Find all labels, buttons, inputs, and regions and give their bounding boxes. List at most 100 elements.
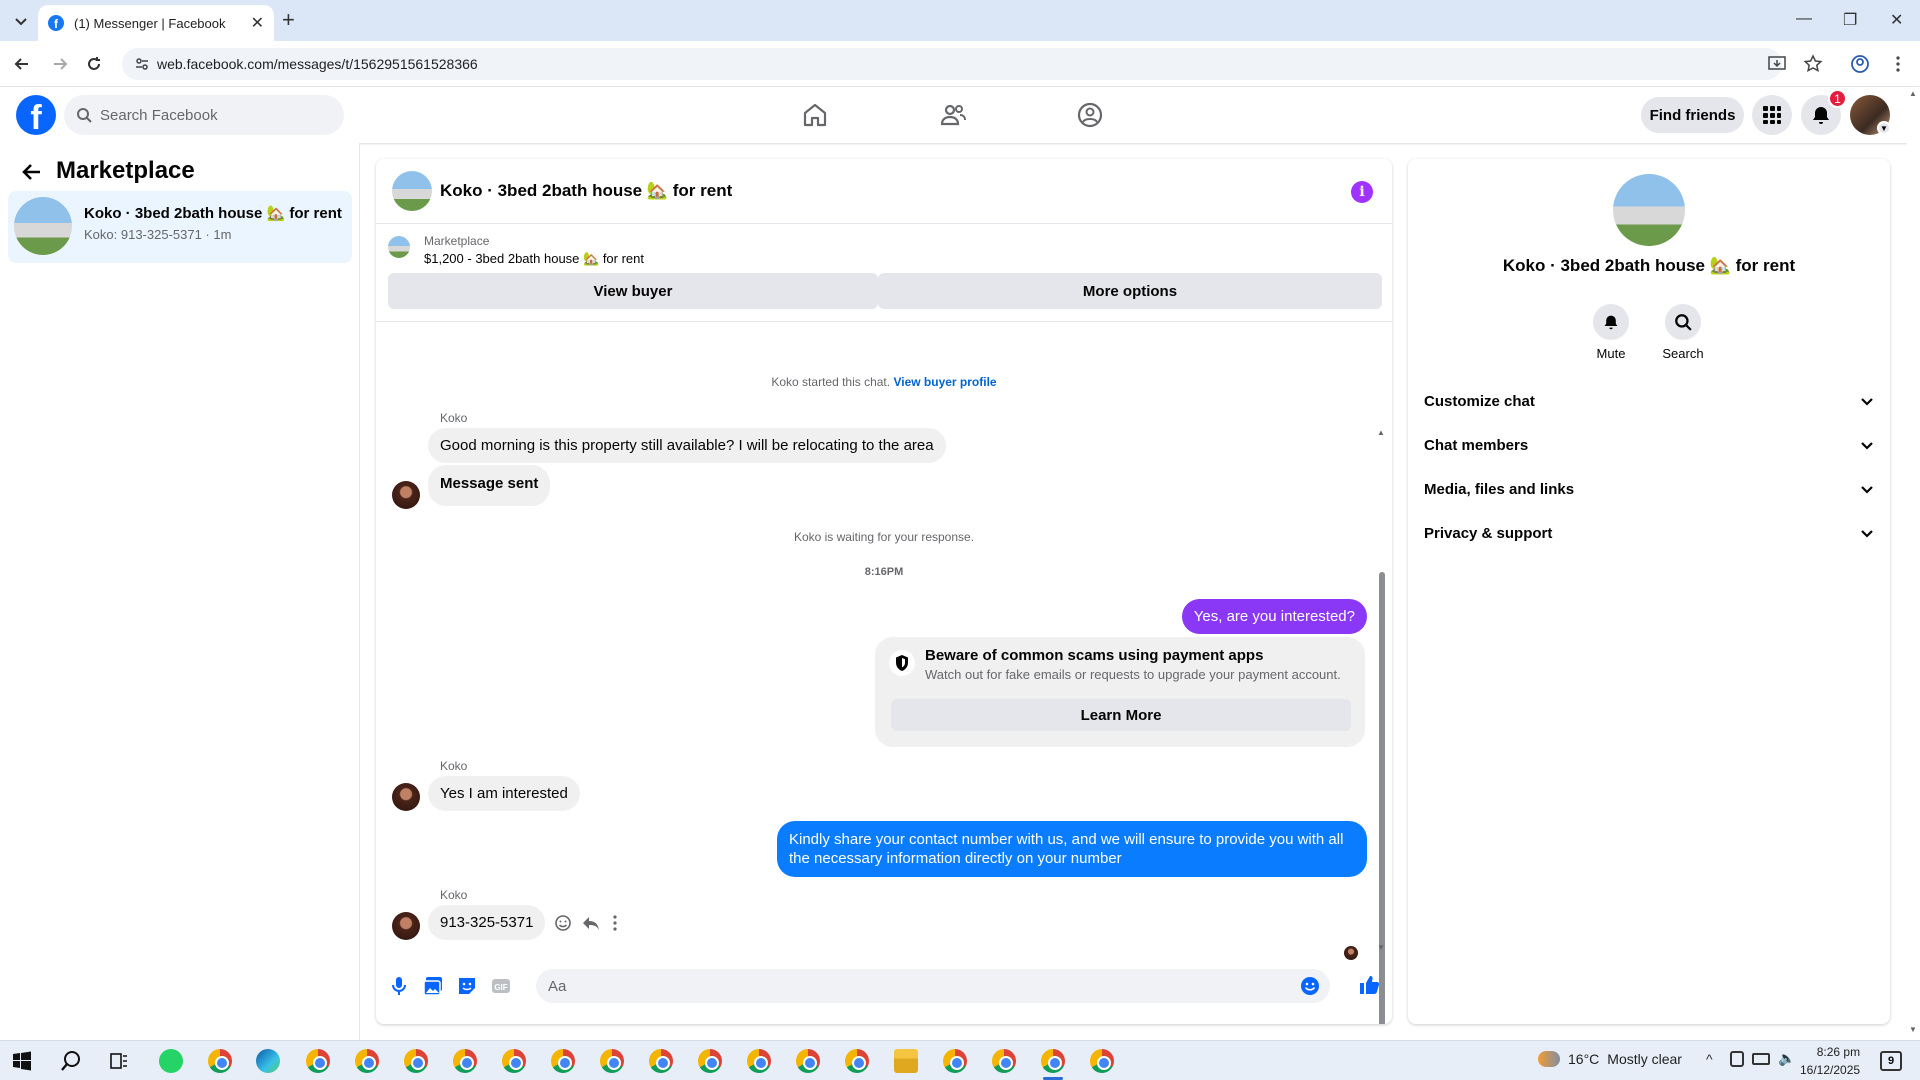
- minimize-icon[interactable]: —: [1796, 10, 1812, 28]
- device-icon[interactable]: [1730, 1051, 1744, 1067]
- chrome-icon[interactable]: [355, 1049, 379, 1073]
- chrome-icon[interactable]: [600, 1049, 624, 1073]
- scroll-down-arrow-icon[interactable]: ▼: [1377, 943, 1385, 952]
- conversation-item[interactable]: Koko · 3bed 2bath house 🏡 for rent Koko:…: [8, 191, 352, 263]
- chrome-icon[interactable]: [551, 1049, 575, 1073]
- info-icon[interactable]: i: [1351, 181, 1373, 203]
- chrome-icon[interactable]: [845, 1049, 869, 1073]
- bookmark-star-icon[interactable]: [1803, 54, 1823, 74]
- close-window-icon[interactable]: ✕: [1890, 10, 1903, 30]
- gif-icon[interactable]: GIF: [490, 975, 512, 997]
- sender-avatar[interactable]: [392, 783, 420, 811]
- incoming-message[interactable]: Message sent: [428, 465, 551, 506]
- address-bar[interactable]: web.facebook.com/messages/t/156295156152…: [122, 48, 1782, 80]
- outgoing-message[interactable]: Kindly share your contact number with us…: [777, 821, 1367, 877]
- forward-arrow-icon[interactable]: [50, 54, 70, 74]
- close-tab-icon[interactable]: ✕: [251, 13, 264, 33]
- find-friends-button[interactable]: Find friends: [1641, 97, 1744, 133]
- chrome-icon[interactable]: [453, 1049, 477, 1073]
- chrome-icon[interactable]: [1090, 1049, 1114, 1073]
- weather-widget[interactable]: 16°C Mostly clear: [1538, 1051, 1682, 1067]
- edge-icon[interactable]: [256, 1049, 280, 1073]
- customize-chat-row[interactable]: Customize chat: [1424, 381, 1874, 421]
- scrollbar-thumb[interactable]: [1379, 572, 1385, 1024]
- new-tab-icon[interactable]: +: [282, 9, 295, 31]
- tab-title: (1) Messenger | Facebook: [74, 15, 226, 31]
- search-label: Search: [1662, 346, 1704, 361]
- chat-scrollbar[interactable]: ▲: [1377, 428, 1386, 1024]
- chrome-icon[interactable]: [208, 1049, 232, 1073]
- chevron-down-icon[interactable]: ▼: [1877, 121, 1891, 135]
- chrome-icon[interactable]: [649, 1049, 673, 1073]
- incoming-message[interactable]: 913-325-5371: [428, 905, 546, 940]
- browser-tab[interactable]: f (1) Messenger | Facebook ✕: [38, 5, 274, 41]
- chrome-icon[interactable]: [796, 1049, 820, 1073]
- view-buyer-profile-link[interactable]: View buyer profile: [893, 375, 996, 389]
- chrome-icon[interactable]: [747, 1049, 771, 1073]
- search-conversation-button[interactable]: Search: [1653, 304, 1713, 361]
- volume-icon[interactable]: 🔈: [1778, 1050, 1795, 1067]
- emoji-icon[interactable]: [1300, 976, 1320, 996]
- mute-button[interactable]: Mute: [1581, 304, 1641, 361]
- chrome-icon[interactable]: [1041, 1049, 1065, 1073]
- incoming-message[interactable]: Good morning is this property still avai…: [428, 428, 946, 463]
- friends-icon[interactable]: [939, 101, 967, 129]
- more-options-button[interactable]: More options: [878, 273, 1382, 309]
- chat-title[interactable]: Koko · 3bed 2bath house 🏡 for rent: [440, 181, 732, 201]
- install-app-icon[interactable]: [1767, 54, 1787, 74]
- reply-icon[interactable]: [582, 914, 600, 932]
- file-explorer-icon[interactable]: [894, 1049, 918, 1073]
- message-input[interactable]: Aa: [536, 969, 1330, 1003]
- chat-avatar[interactable]: [392, 171, 432, 211]
- facebook-logo-icon[interactable]: f: [16, 95, 56, 135]
- system-clock[interactable]: 8:26 pm 16/12/2025: [1800, 1043, 1860, 1079]
- react-emoji-icon[interactable]: [554, 914, 572, 932]
- sender-avatar[interactable]: [392, 481, 420, 509]
- site-info-icon[interactable]: [134, 56, 150, 72]
- chrome-icon[interactable]: [306, 1049, 330, 1073]
- media-files-links-row[interactable]: Media, files and links: [1424, 469, 1874, 509]
- task-view-icon[interactable]: [109, 1051, 129, 1071]
- outgoing-message[interactable]: Yes, are you interested?: [1181, 599, 1367, 634]
- chat-members-row[interactable]: Chat members: [1424, 425, 1874, 465]
- sender-avatar[interactable]: [392, 912, 420, 940]
- incoming-message[interactable]: Yes I am interested: [428, 776, 580, 811]
- chrome-icon[interactable]: [943, 1049, 967, 1073]
- chrome-icon[interactable]: [404, 1049, 428, 1073]
- notification-center-icon[interactable]: 9: [1880, 1051, 1902, 1071]
- groups-icon[interactable]: [1076, 101, 1104, 129]
- search-icon: [77, 108, 92, 123]
- privacy-support-row[interactable]: Privacy & support: [1424, 513, 1874, 553]
- home-icon[interactable]: [801, 101, 829, 129]
- search-icon[interactable]: [60, 1050, 82, 1072]
- facebook-header: f Search Facebook Find friends 1 ▼: [0, 87, 1907, 143]
- learn-more-button[interactable]: Learn More: [891, 699, 1351, 731]
- browser-menu-icon[interactable]: [1888, 54, 1908, 74]
- tab-search-chevron-icon[interactable]: [12, 12, 30, 30]
- menu-grid-button[interactable]: [1752, 95, 1792, 135]
- chat-details-avatar[interactable]: [1613, 174, 1685, 246]
- whatsapp-icon[interactable]: [159, 1049, 183, 1073]
- chrome-icon[interactable]: [502, 1049, 526, 1073]
- restore-icon[interactable]: ❐: [1843, 10, 1857, 30]
- search-input[interactable]: Search Facebook: [64, 95, 344, 135]
- listing-price[interactable]: $1,200 - 3bed 2bath house 🏡 for rent: [424, 251, 644, 267]
- warning-title: Beware of common scams using payment app…: [925, 647, 1264, 664]
- more-actions-icon[interactable]: [606, 914, 624, 932]
- reload-icon[interactable]: [84, 54, 104, 74]
- page-scrollbar[interactable]: ▲ ▼: [1907, 87, 1920, 1040]
- back-arrow-icon[interactable]: [12, 54, 32, 74]
- conversation-preview: Koko: 913-325-5371 · 1m: [84, 227, 232, 242]
- thumbs-up-icon[interactable]: [1358, 974, 1380, 996]
- microphone-icon[interactable]: [388, 975, 410, 997]
- back-arrow-icon[interactable]: [20, 160, 44, 184]
- profile-icon[interactable]: [1850, 54, 1870, 74]
- chrome-icon[interactable]: [698, 1049, 722, 1073]
- chrome-icon[interactable]: [992, 1049, 1016, 1073]
- sticker-icon[interactable]: [456, 975, 478, 997]
- network-icon[interactable]: [1752, 1053, 1770, 1065]
- photo-icon[interactable]: [422, 975, 444, 997]
- view-buyer-button[interactable]: View buyer: [388, 273, 878, 309]
- tray-chevron-icon[interactable]: ^: [1706, 1051, 1713, 1067]
- windows-start-icon[interactable]: [12, 1051, 32, 1071]
